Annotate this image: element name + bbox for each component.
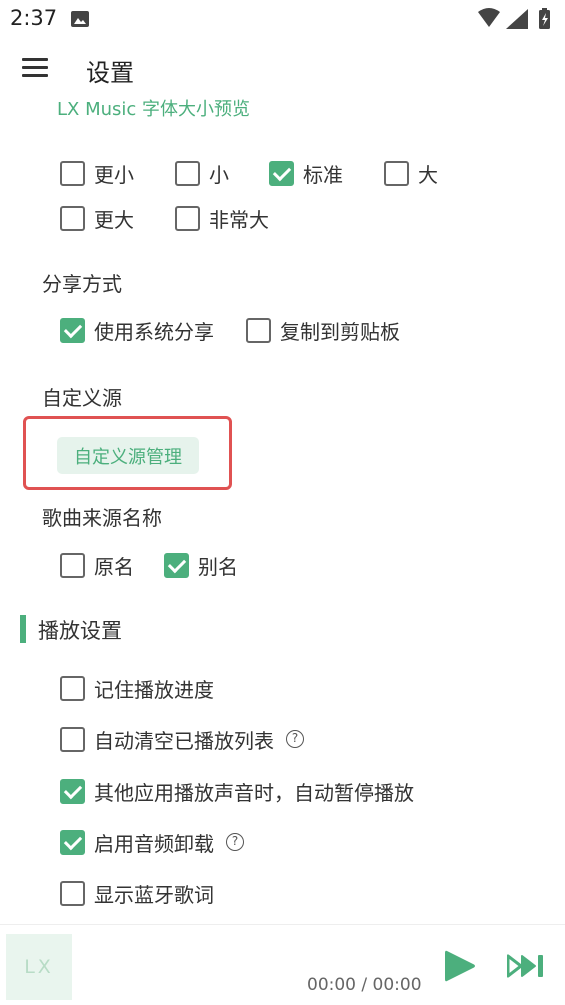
checkbox-icon[interactable] bbox=[164, 552, 189, 578]
checkbox-icon[interactable] bbox=[60, 829, 85, 855]
play-icon[interactable] bbox=[443, 948, 477, 984]
checkbox-icon[interactable] bbox=[60, 880, 85, 906]
status-time: 2:37 bbox=[10, 6, 58, 30]
menu-icon[interactable] bbox=[22, 56, 50, 80]
option-label: 大 bbox=[418, 162, 438, 187]
player-bar: LX 00:00 / 00:00 bbox=[0, 924, 565, 1005]
status-icons bbox=[478, 8, 550, 29]
playback-option-remember-progress[interactable]: 记住播放进度 bbox=[60, 673, 214, 703]
option-label: 其他应用播放声音时，自动暂停播放 bbox=[94, 780, 414, 805]
album-art[interactable]: LX bbox=[6, 934, 72, 1000]
font-size-option-larger[interactable]: 更大 bbox=[60, 203, 134, 233]
share-section-title: 分享方式 bbox=[42, 272, 122, 296]
option-label: 自动清空已播放列表 bbox=[94, 728, 274, 753]
image-icon bbox=[71, 11, 89, 27]
option-label: 原名 bbox=[94, 554, 134, 579]
next-track-icon[interactable] bbox=[507, 953, 545, 979]
page-title: 设置 bbox=[86, 59, 134, 87]
option-label: 非常大 bbox=[209, 207, 269, 232]
checkbox-icon[interactable] bbox=[60, 552, 85, 578]
checkbox-icon[interactable] bbox=[60, 675, 85, 701]
source-name-option-original[interactable]: 原名 bbox=[60, 550, 134, 580]
signal-icon bbox=[506, 9, 528, 29]
help-icon[interactable]: ? bbox=[226, 833, 244, 851]
section-accent-bar bbox=[20, 615, 26, 643]
option-label: 标准 bbox=[303, 162, 343, 187]
font-size-preview: LX Music 字体大小预览 bbox=[57, 99, 251, 120]
option-label: 使用系统分享 bbox=[94, 319, 214, 344]
checkbox-icon[interactable] bbox=[60, 205, 85, 231]
playback-option-auto-pause[interactable]: 其他应用播放声音时，自动暂停播放 bbox=[60, 776, 414, 806]
source-name-section-title: 歌曲来源名称 bbox=[42, 506, 162, 530]
playback-option-auto-clear-played[interactable]: 自动清空已播放列表 ? bbox=[60, 724, 304, 754]
option-label: 记住播放进度 bbox=[94, 677, 214, 702]
checkbox-icon[interactable] bbox=[60, 778, 85, 804]
checkbox-icon[interactable] bbox=[60, 726, 85, 752]
checkbox-icon[interactable] bbox=[60, 317, 85, 343]
font-size-option-smaller[interactable]: 更小 bbox=[60, 158, 134, 188]
checkbox-icon[interactable] bbox=[246, 317, 271, 343]
option-label: 复制到剪贴板 bbox=[280, 319, 400, 344]
option-label: 小 bbox=[209, 162, 229, 187]
checkbox-icon[interactable] bbox=[269, 160, 294, 186]
settings-page: 2:37 设置 LX Music 字体大小预览 更小 小 标准 大 更大 非常大… bbox=[0, 0, 565, 1005]
share-option-system[interactable]: 使用系统分享 bbox=[60, 315, 214, 345]
option-label: 更大 bbox=[94, 207, 134, 232]
checkbox-icon[interactable] bbox=[175, 205, 200, 231]
option-label: 显示蓝牙歌词 bbox=[94, 882, 214, 907]
custom-source-manage-button[interactable]: 自定义源管理 bbox=[57, 437, 199, 474]
checkbox-icon[interactable] bbox=[384, 160, 409, 186]
status-bar: 2:37 bbox=[0, 0, 565, 38]
playback-option-audio-offload[interactable]: 启用音频卸载 ? bbox=[60, 827, 244, 857]
battery-icon bbox=[539, 8, 550, 29]
option-label: 别名 bbox=[198, 554, 238, 579]
source-name-option-alias[interactable]: 别名 bbox=[164, 550, 238, 580]
playback-option-bluetooth-lyrics[interactable]: 显示蓝牙歌词 bbox=[60, 878, 214, 908]
font-size-option-standard[interactable]: 标准 bbox=[269, 158, 343, 188]
custom-source-section-title: 自定义源 bbox=[42, 386, 122, 410]
font-size-option-very-large[interactable]: 非常大 bbox=[175, 203, 269, 233]
font-size-option-small[interactable]: 小 bbox=[175, 158, 229, 188]
checkbox-icon[interactable] bbox=[60, 160, 85, 186]
help-icon[interactable]: ? bbox=[286, 730, 304, 748]
playback-section-title: 播放设置 bbox=[38, 619, 122, 643]
checkbox-icon[interactable] bbox=[175, 160, 200, 186]
share-option-clipboard[interactable]: 复制到剪贴板 bbox=[246, 315, 400, 345]
wifi-icon bbox=[478, 8, 500, 27]
option-label: 更小 bbox=[94, 162, 134, 187]
time-display: 00:00 / 00:00 bbox=[307, 975, 422, 995]
option-label: 启用音频卸载 bbox=[94, 831, 214, 856]
font-size-option-large[interactable]: 大 bbox=[384, 158, 438, 188]
